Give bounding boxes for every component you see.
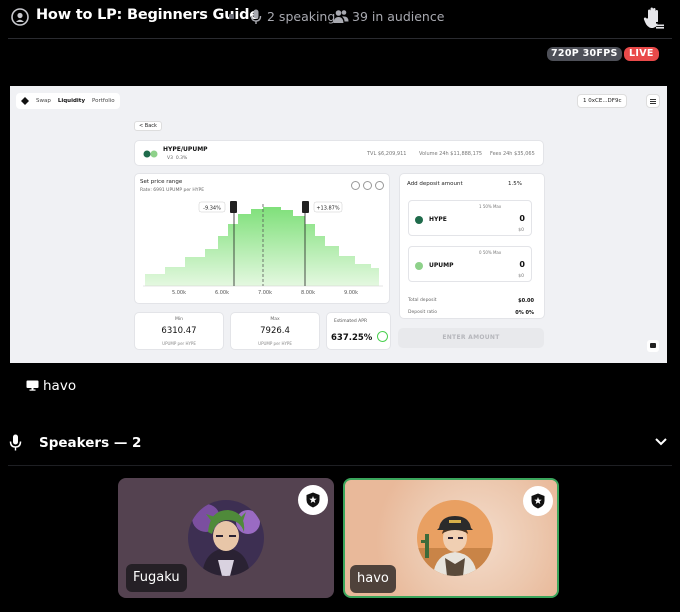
tick-label: 8.00k <box>301 290 315 296</box>
streamer-name: havo <box>43 378 77 394</box>
dex-logo-icon <box>21 97 29 105</box>
refresh-icon <box>351 181 360 190</box>
zoom-out-icon <box>375 181 384 190</box>
histogram-area <box>145 207 379 286</box>
stage-title: How to LP: Beginners Guide <box>36 7 259 23</box>
nav-portfolio: Portfolio <box>92 98 115 104</box>
range-max-pct: +13.87% <box>316 206 340 212</box>
audience-icon <box>333 10 349 23</box>
section-divider <box>8 465 672 466</box>
price-range-title: Set price range <box>140 179 183 185</box>
menu-icon <box>646 94 660 108</box>
max-price-card: Max 7926.4 UPUMP per HYPE <box>230 312 320 350</box>
tick-label: 5.00k <box>172 290 186 296</box>
range-min-handle <box>230 201 237 213</box>
stage-header: How to LP: Beginners Guide 2 speaking 39… <box>0 0 680 38</box>
token-name: HYPE <box>429 216 447 223</box>
pool-volume: Volume 24h $11,888,175 <box>419 151 483 157</box>
total-deposit-value: $0.00 <box>518 298 534 304</box>
token-input-upump: 0 50% Max UPUMP 0 $0 <box>408 246 532 282</box>
pair-card: HYPE/UPUMP V3 0.3% TVL $6,209,911 Volume… <box>134 140 544 166</box>
range-max-handle <box>302 201 309 213</box>
avatar-fugaku-image <box>188 500 264 576</box>
deposit-ratio-label: Deposit ratio <box>408 310 438 315</box>
enter-amount-button: ENTER AMOUNT <box>398 328 544 348</box>
microphone-icon <box>9 434 22 451</box>
min-price-card: Min 6310.47 UPUMP per HYPE <box>134 312 224 350</box>
apr-label: Estimated APR <box>334 319 368 324</box>
raise-hand-icon[interactable] <box>643 6 665 30</box>
total-deposit-label: Total deposit <box>408 298 437 303</box>
back-button: < Back <box>134 121 162 131</box>
shield-star-icon <box>531 493 545 509</box>
max-unit: UPUMP per HYPE <box>258 341 292 346</box>
avatar-havo-image <box>417 500 493 576</box>
price-rate: Rate: 6991 UPUMP per HYPE <box>140 188 205 193</box>
liquidity-histogram: -9.34% +13.87% 5.00k 6.00k 7.00k 8.00k 9… <box>143 201 383 296</box>
tick-label: 9.00k <box>344 290 358 296</box>
token-input-hype: 1 50% Max HYPE 0 $0 <box>408 200 532 236</box>
separator-dot <box>229 14 234 19</box>
stream-quality-badge: 720P 30FPS <box>547 47 622 61</box>
token-tags: 1 50% Max <box>479 204 502 209</box>
speakers-heading: Speakers — 2 <box>39 435 142 451</box>
zoom-in-icon <box>363 181 372 190</box>
speaker-tile-havo[interactable]: havo <box>343 478 559 598</box>
pool-fees: Fees 24h $35,065 <box>490 151 535 157</box>
dex-nav: Swap Liquidity Portfolio <box>16 93 120 109</box>
nav-swap: Swap <box>36 98 51 104</box>
speaker-name: Fugaku <box>126 564 187 592</box>
price-range-card: Set price range Rate: 6991 UPUMP per HYP… <box>134 173 390 304</box>
min-value: 6310.47 <box>161 326 197 336</box>
speaking-count: 2 speaking <box>267 9 336 24</box>
deposit-card: Add deposit amount 1.5% 1 50% Max HYPE 0… <box>399 173 545 319</box>
moderator-badge <box>298 485 328 515</box>
apr-value: 637.25% <box>331 333 373 343</box>
token-amount: 0 <box>519 260 525 269</box>
microphone-icon <box>250 9 262 24</box>
token-name: UPUMP <box>429 262 454 269</box>
shield-star-icon <box>306 492 320 508</box>
deposit-ratio-value: 0% 0% <box>515 310 534 316</box>
apr-card: Estimated APR 637.25% <box>326 312 391 350</box>
pair-name: HYPE/UPUMP <box>163 146 208 153</box>
header-divider <box>8 38 672 39</box>
pool-fee: 0.3% <box>175 156 188 161</box>
wallet-address: 1 0xCE...DF9c <box>577 94 628 108</box>
slippage-value: 1.5% <box>508 181 522 187</box>
token-usd: $0 <box>518 228 524 233</box>
pair-coins-icon <box>143 150 158 158</box>
tick-label: 6.00k <box>215 290 229 296</box>
deposit-title: Add deposit amount <box>407 181 463 187</box>
screen-share-icon <box>26 380 39 391</box>
range-min-pct: -9.34% <box>203 206 221 212</box>
apr-ring-icon <box>377 331 388 342</box>
nav-liquidity: Liquidity <box>57 98 86 104</box>
max-label: Max <box>270 317 280 322</box>
token-amount: 0 <box>519 214 525 223</box>
upump-token-icon <box>415 262 423 270</box>
avatar <box>417 500 493 576</box>
speaker-tile-fugaku[interactable]: Fugaku <box>118 478 334 598</box>
chevron-down-icon[interactable] <box>654 437 668 447</box>
min-unit: UPUMP per HYPE <box>162 341 196 346</box>
stage-channel-icon <box>11 8 29 26</box>
avatar <box>188 500 264 576</box>
tick-label: 7.00k <box>258 290 272 296</box>
pool-tvl: TVL $6,209,911 <box>367 151 407 157</box>
token-tags: 0 50% Max <box>479 250 502 255</box>
speaker-name: havo <box>350 565 396 593</box>
moderator-badge <box>523 486 553 516</box>
hype-token-icon <box>415 216 423 224</box>
audience-count: 39 in audience <box>352 9 445 24</box>
max-value: 7926.4 <box>260 326 290 336</box>
screen-share-stream[interactable]: Swap Liquidity Portfolio 1 0xCE...DF9c <… <box>10 86 667 363</box>
min-label: Min <box>175 317 183 322</box>
live-badge: LIVE <box>624 47 659 61</box>
chat-icon <box>647 340 659 352</box>
pool-version: V3 <box>167 156 173 161</box>
token-usd: $0 <box>518 274 524 279</box>
